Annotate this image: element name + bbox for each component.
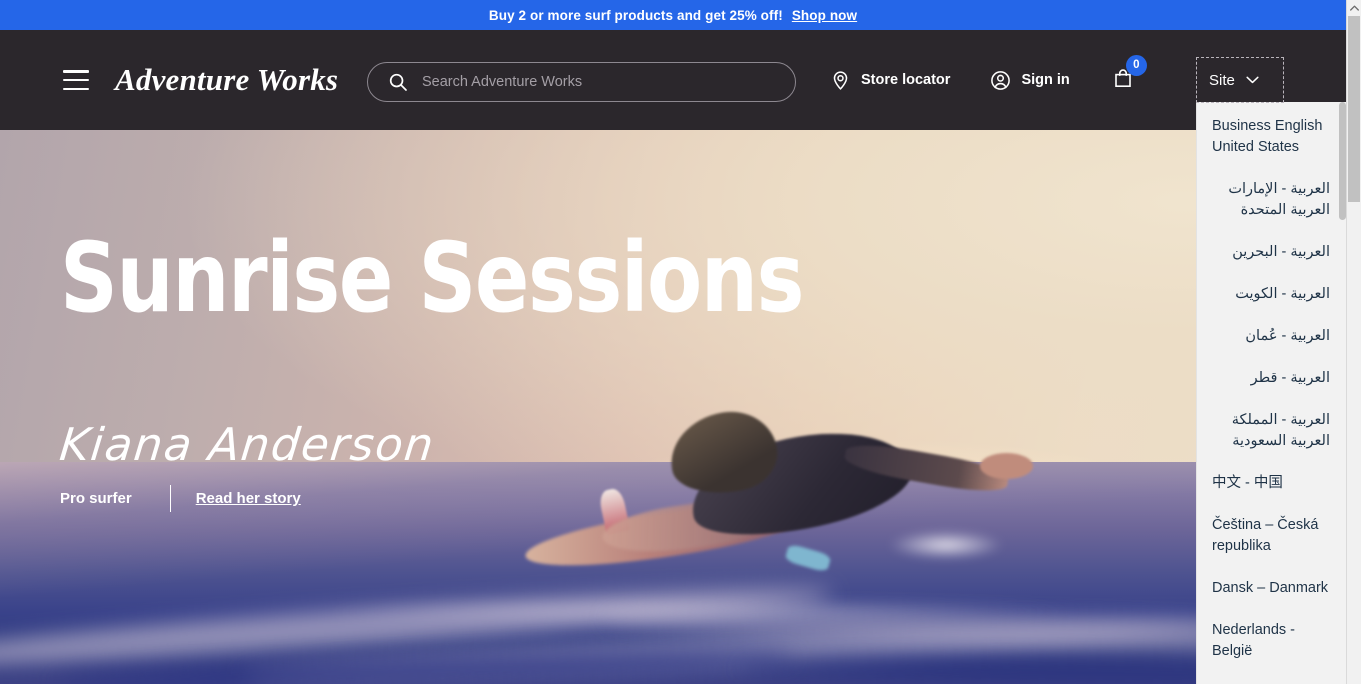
chevron-down-icon [1246,76,1259,84]
hero-meta: Pro surfer Read her story [60,485,301,512]
dropdown-scrollbar-thumb[interactable] [1339,102,1346,220]
store-locator-label: Store locator [861,72,951,88]
search-box[interactable] [367,62,796,102]
site-menu-item[interactable]: Nederlands - België [1197,620,1346,662]
read-her-story-link[interactable]: Read her story [196,490,301,507]
promo-banner: Buy 2 or more surf products and get 25% … [0,0,1346,30]
header-nav: Store locator Sign in 0 [830,30,1147,130]
cart-count-badge: 0 [1125,54,1147,76]
sign-in-label: Sign in [1021,72,1070,88]
site-selector-label: Site [1209,71,1235,89]
hero-title: Sunrise Sessions [60,222,804,334]
site-menu-item[interactable]: Dansk – Danmark [1197,578,1346,599]
site-menu-item[interactable]: العربية - المملكة العربية السعودية [1197,410,1346,452]
site-menu-item[interactable]: العربية - قطر [1197,368,1346,389]
store-locator-link[interactable]: Store locator [830,70,950,91]
site-menu-item[interactable]: Čeština – Česká republika [1197,515,1346,557]
hamburger-menu-icon[interactable] [63,70,89,90]
scroll-up-arrow-icon[interactable] [1347,0,1361,16]
browser-scrollbar-thumb[interactable] [1348,16,1360,202]
hero-signature: Kiana Anderson [57,418,438,471]
dropdown-scrollbar[interactable] [1338,102,1346,684]
hero-meta-divider [169,485,171,512]
search-icon [388,72,408,92]
browser-scrollbar[interactable] [1346,0,1361,684]
site-selector-dropdown: Business English United States العربية - … [1196,102,1346,684]
site-menu-item[interactable]: العربية - الكويت [1197,284,1346,305]
site-selector-list[interactable]: Business English United States العربية - … [1197,102,1346,684]
site-selector-button[interactable]: Site [1196,57,1284,103]
location-pin-icon [830,70,851,91]
site-menu-item[interactable]: العربية - البحرين [1197,242,1346,263]
site-menu-item[interactable]: Business English United States [1197,116,1346,158]
site-menu-item[interactable]: 中文 - 中国 [1197,473,1346,494]
site-menu-item[interactable]: العربية - عُمان [1197,326,1346,347]
user-account-icon [990,70,1011,91]
search-input[interactable] [422,74,795,90]
hero-content: Sunrise Sessions Kiana Anderson Pro surf… [0,130,1346,684]
hero-banner: Sunrise Sessions Kiana Anderson Pro surf… [0,130,1346,684]
shopping-bag-button[interactable]: 0 [1112,54,1147,94]
browser-viewport: Buy 2 or more surf products and get 25% … [0,0,1346,684]
promo-shop-now-link[interactable]: Shop now [792,8,857,23]
sign-in-link[interactable]: Sign in [990,70,1070,91]
promo-banner-text: Buy 2 or more surf products and get 25% … [488,7,783,23]
hero-role-label: Pro surfer [60,490,132,507]
brand-logo[interactable]: Adventure Works [115,62,338,98]
page-root: Buy 2 or more surf products and get 25% … [0,0,1361,684]
site-menu-item[interactable]: العربية - الإمارات العربية المتحدة [1197,179,1346,221]
